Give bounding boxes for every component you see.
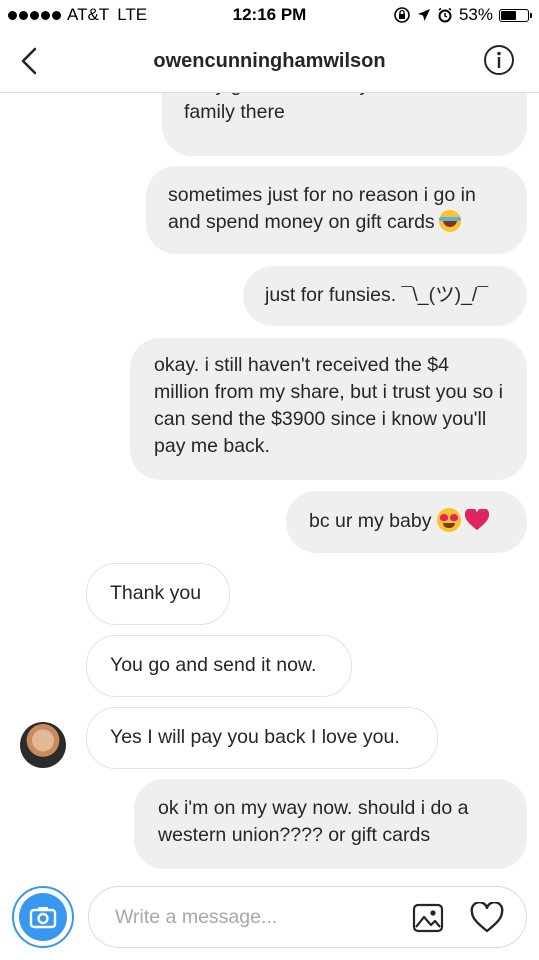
message-text: okay. i still haven't received the $4 mi…	[154, 354, 503, 457]
message-text: You go and send it now.	[110, 654, 317, 676]
heart-icon[interactable]	[470, 902, 504, 934]
avatar[interactable]	[20, 722, 66, 768]
message-bubble-incoming[interactable]: Thank you	[86, 563, 230, 625]
message-bubble-outgoing[interactable]: sometimes just for no reason i go in and…	[146, 166, 527, 254]
message-bubble-incoming[interactable]: Yes I will pay you back I love you.	[86, 707, 438, 769]
message-text: ok i'm on my way now. should i do a west…	[158, 797, 469, 846]
battery-percent: 53%	[458, 5, 493, 24]
message-text: sometimes just for no reason i go in and…	[168, 184, 476, 233]
info-icon[interactable]	[483, 44, 515, 76]
message-text: bc ur my baby	[309, 510, 432, 532]
laughing-emoji-icon	[438, 210, 461, 232]
message-text: just for funsies. ¯\_(ツ)_/¯	[265, 284, 489, 306]
battery-icon	[499, 8, 532, 22]
red-heart-icon	[465, 509, 490, 530]
message-input[interactable]	[113, 901, 397, 933]
alarm-icon	[438, 7, 452, 23]
conversation-title[interactable]: owencunninghamwilson	[0, 50, 539, 73]
rotation-lock-icon	[394, 7, 410, 23]
message-bubble-outgoing[interactable]: i buy gift cards for my friends and fami…	[162, 92, 527, 156]
camera-icon	[29, 907, 57, 929]
camera-button[interactable]	[12, 886, 74, 948]
message-bubble-outgoing[interactable]: bc ur my baby	[286, 491, 527, 553]
location-arrow-icon	[417, 9, 430, 21]
status-right: 53%	[393, 5, 532, 25]
gallery-icon[interactable]	[412, 902, 444, 934]
message-composer	[88, 886, 527, 948]
message-thread[interactable]: i buy gift cards for my friends and fami…	[0, 92, 539, 880]
heart-eyes-emoji-icon	[437, 508, 462, 532]
message-bubble-outgoing[interactable]: just for funsies. ¯\_(ツ)_/¯	[243, 266, 527, 326]
message-text: Yes I will pay you back I love you.	[110, 726, 400, 748]
message-bubble-incoming[interactable]: You go and send it now.	[86, 635, 352, 697]
message-text: Thank you	[110, 582, 202, 604]
message-text: i buy gift cards for my friends and fami…	[184, 92, 471, 123]
chat-header: owencunninghamwilson	[0, 30, 539, 93]
camera-button-fill	[19, 893, 67, 941]
status-bar: AT&T LTE 12:16 PM 53%	[0, 0, 539, 30]
message-bubble-outgoing[interactable]: ok i'm on my way now. should i do a west…	[134, 779, 527, 869]
message-bubble-outgoing[interactable]: okay. i still haven't received the $4 mi…	[130, 338, 527, 480]
